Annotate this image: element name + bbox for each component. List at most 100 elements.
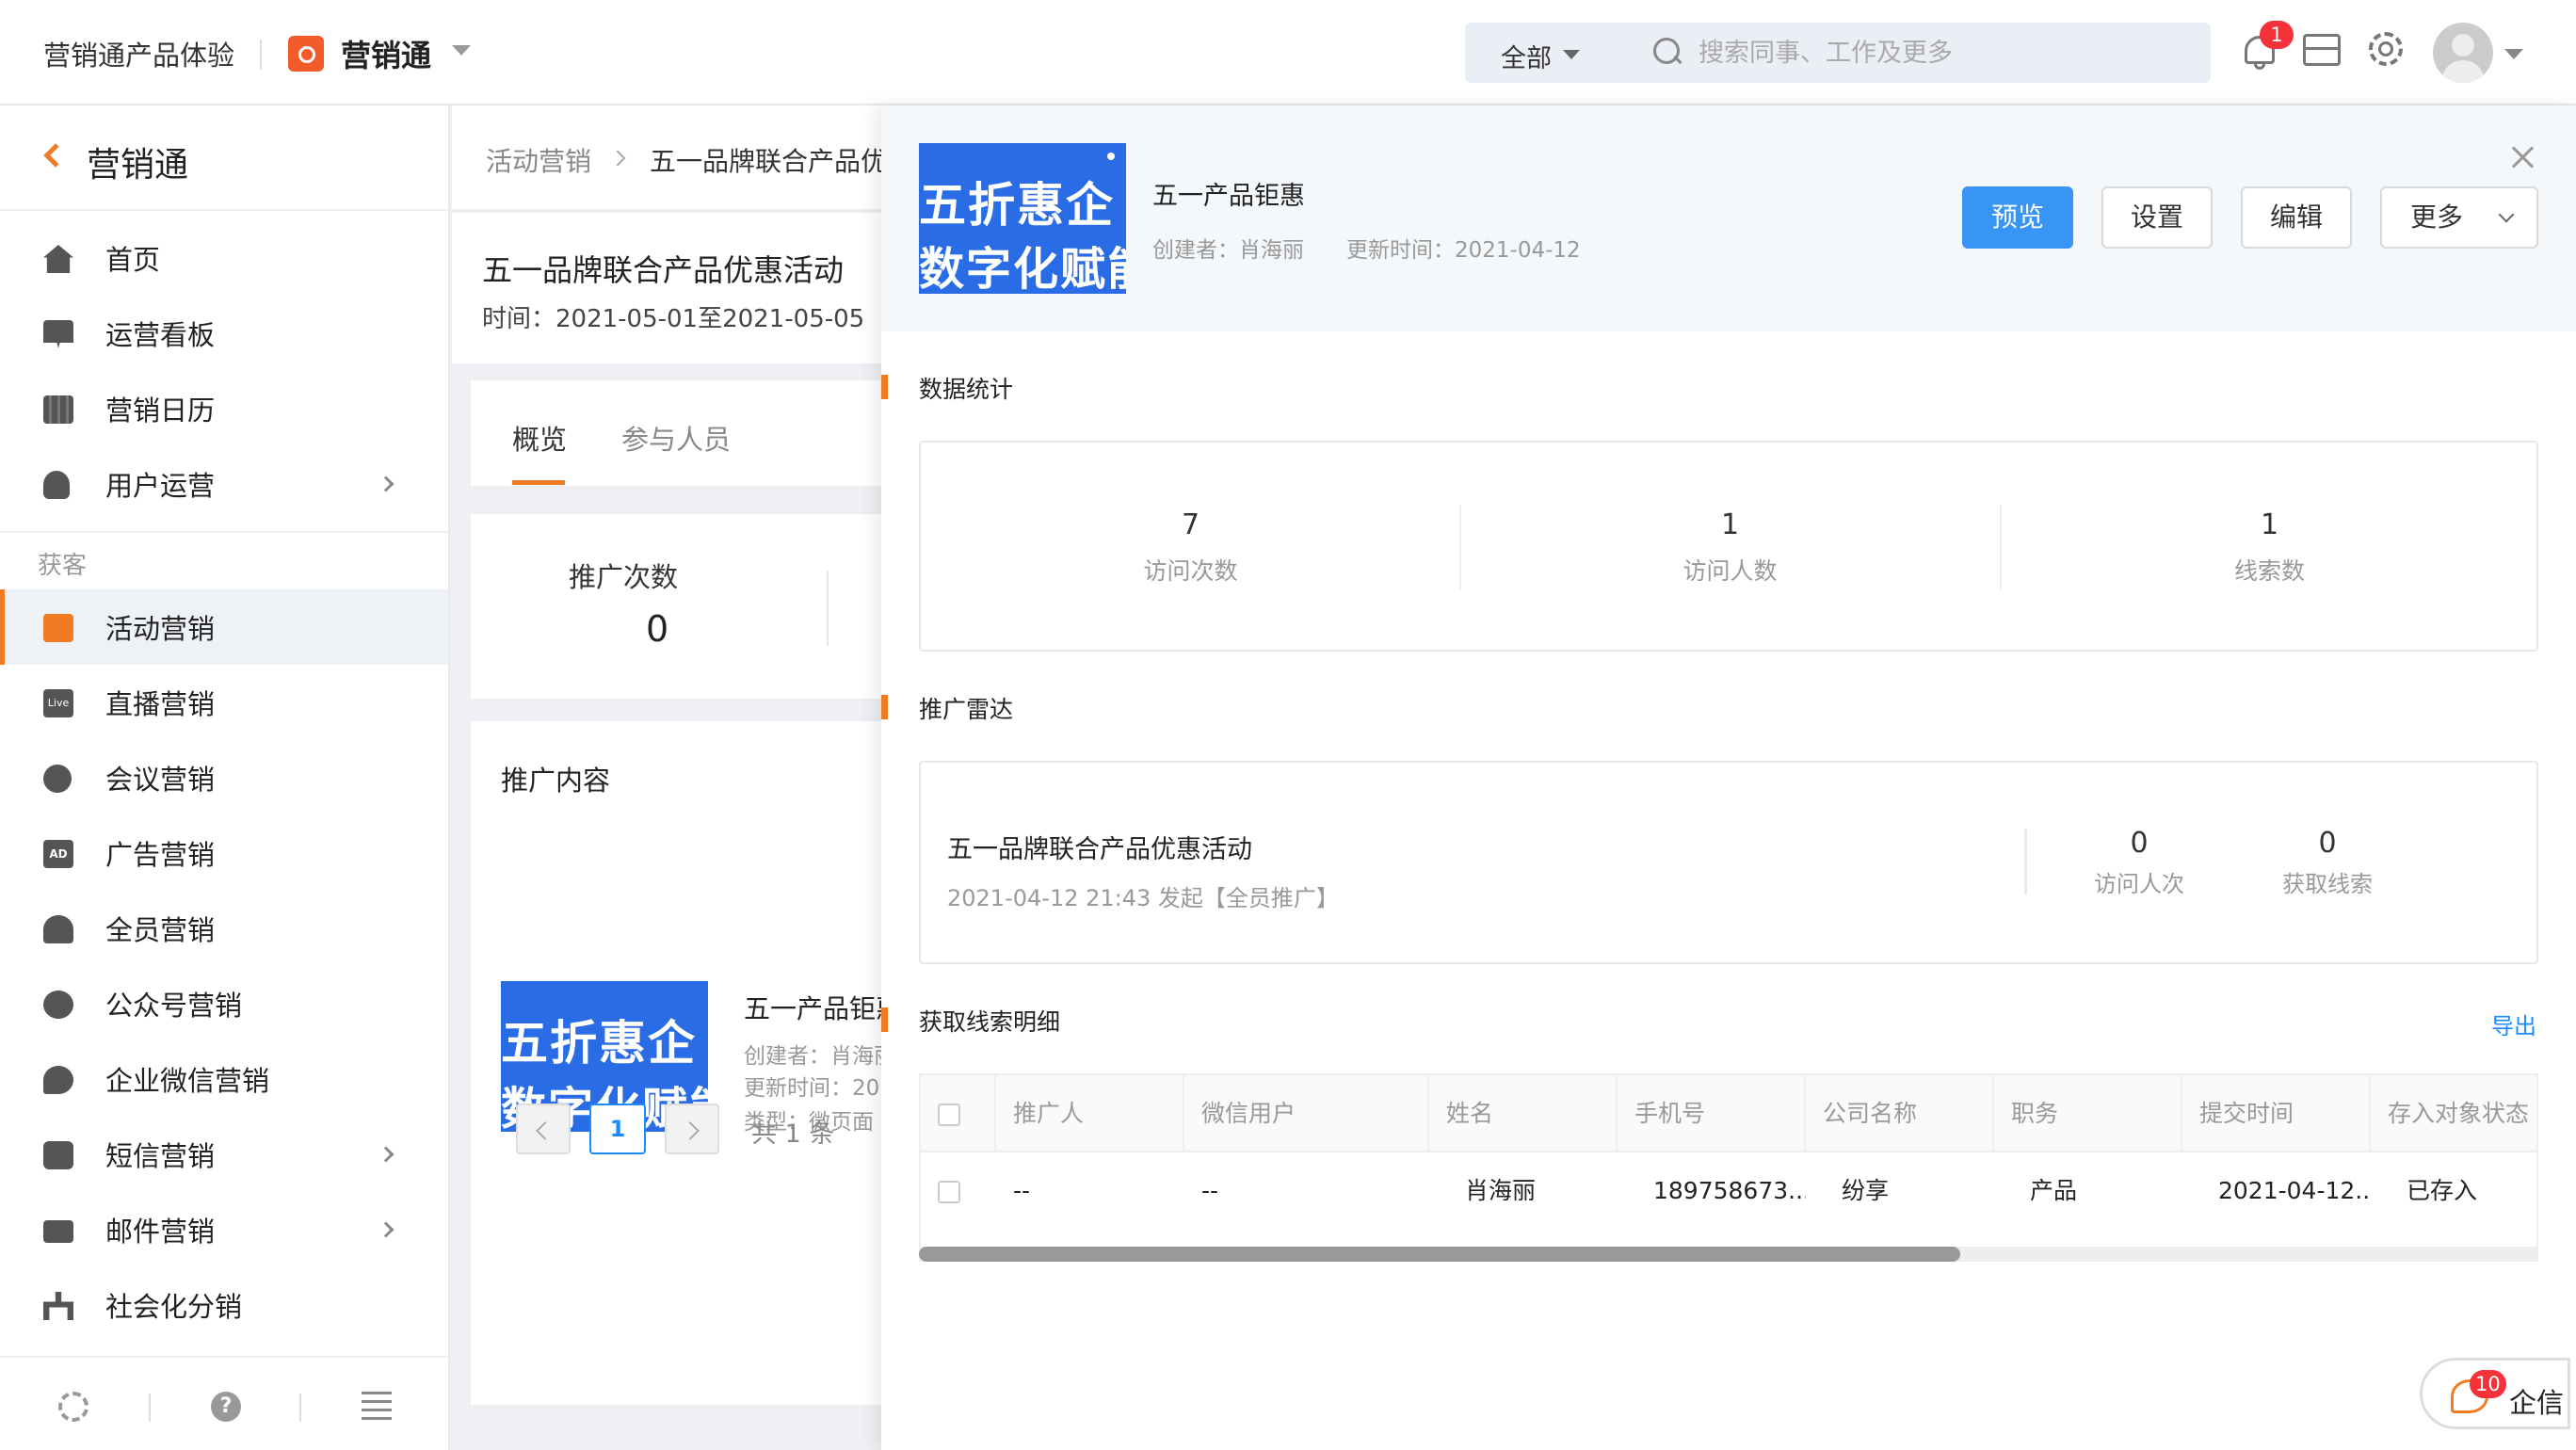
- sidebar-item-ad-marketing[interactable]: AD 广告营销: [0, 815, 448, 891]
- export-link[interactable]: 导出: [2491, 1007, 2536, 1040]
- wechat-icon: [43, 991, 73, 1019]
- drawer-header: 五折惠企 数字化赋能 五一产品钜惠 创建者：肖海丽 更新时间：2021-04-1…: [881, 105, 2576, 331]
- column-header[interactable]: 微信用户: [1184, 1075, 1429, 1152]
- tab-bar: 概览 参与人员: [471, 380, 885, 486]
- drawer-title: 五一产品钜惠: [1152, 182, 1305, 211]
- close-icon[interactable]: [2508, 143, 2538, 173]
- table-row[interactable]: -- -- 肖海丽 189758673... 纷享 产品 2021-04-12.…: [921, 1152, 2536, 1230]
- divider: [2024, 829, 2027, 894]
- sidebar-item-meeting-marketing[interactable]: 会议营销: [0, 740, 448, 815]
- top-bar: 营销通产品体验 营销通 全部 1: [0, 0, 2576, 105]
- select-cell: [921, 1152, 996, 1230]
- collapse-menu-icon[interactable]: [362, 1392, 392, 1422]
- help-icon[interactable]: ?: [211, 1392, 241, 1422]
- radar-box: 五一品牌联合产品优惠活动 2021-04-12 21:43 发起【全员推广】 0…: [919, 761, 2538, 964]
- kpi-label: 线索数: [2233, 557, 2305, 585]
- select-all-checkbox[interactable]: [938, 1104, 960, 1126]
- table-cell: 189758673...: [1653, 1177, 1806, 1204]
- activity-detail: 活动营销 五一品牌联合产品优惠活动 五一品牌联合产品优惠活动 时间：2021-0…: [452, 105, 885, 1450]
- sidebar-item-activity-marketing[interactable]: 活动营销: [0, 589, 448, 665]
- drawer-updated: 更新时间：2021-04-12: [1346, 238, 1581, 263]
- radar-activity-name[interactable]: 五一品牌联合产品优惠活动: [947, 829, 1252, 865]
- kpi-label: 访问人数: [1682, 557, 1778, 585]
- sidebar-item-wecom-marketing[interactable]: 企业微信营销: [0, 1041, 448, 1117]
- chevron-right-icon: [378, 475, 394, 492]
- kpi-visits: 7 访问次数: [921, 508, 1460, 587]
- column-header[interactable]: 推广人: [996, 1075, 1184, 1152]
- distribution-icon: [43, 1292, 73, 1320]
- row-checkbox[interactable]: [938, 1181, 960, 1203]
- pagination-prev[interactable]: [516, 1104, 571, 1154]
- sidebar-item-sms-marketing[interactable]: 短信营销: [0, 1117, 448, 1192]
- horizontal-scrollbar[interactable]: [919, 1247, 2538, 1262]
- column-header[interactable]: 手机号: [1618, 1075, 1806, 1152]
- app-logo-icon[interactable]: [288, 36, 324, 72]
- chevron-down-icon[interactable]: [452, 45, 471, 56]
- column-header[interactable]: 姓名: [1429, 1075, 1618, 1152]
- column-header[interactable]: 存入对象状态: [2371, 1075, 2536, 1152]
- search-input[interactable]: [1699, 34, 2188, 72]
- edit-button[interactable]: 编辑: [2241, 186, 2352, 249]
- settings-button[interactable]: 设置: [2101, 186, 2213, 249]
- sidebar-item-home[interactable]: 首页: [0, 220, 448, 296]
- tab-overview[interactable]: 概览: [512, 418, 567, 458]
- app-switcher[interactable]: 营销通: [341, 32, 431, 75]
- page-title: 五一品牌联合产品优惠活动: [482, 252, 845, 288]
- pagination-next[interactable]: [665, 1104, 719, 1154]
- cover-caption: 五折惠企: [919, 178, 1115, 233]
- leads-table: 推广人 微信用户 姓名 手机号 公司名称 职务 提交时间 存入对象状态 -- -…: [919, 1073, 2538, 1256]
- more-button[interactable]: 更多: [2380, 186, 2538, 249]
- sidebar-item-live-marketing[interactable]: Live 直播营销: [0, 665, 448, 740]
- chevron-down-icon[interactable]: [1563, 50, 1580, 59]
- sidebar-item-wechat-marketing[interactable]: 公众号营销: [0, 966, 448, 1041]
- scrollbar-thumb[interactable]: [919, 1247, 1960, 1262]
- pagination-total: 共 1 条: [751, 1120, 835, 1149]
- pagination-current[interactable]: 1: [589, 1104, 646, 1154]
- back-arrow-icon[interactable]: [43, 143, 68, 168]
- sidebar-footer: ?: [0, 1356, 448, 1450]
- settings-icon[interactable]: [58, 1392, 89, 1422]
- sidebar-item-calendar[interactable]: 营销日历: [0, 371, 448, 446]
- section-title-radar: 推广雷达: [919, 696, 1014, 723]
- sidebar-item-label: 用户运营: [105, 470, 216, 502]
- kpi-visitors: 1 访问人数: [1460, 508, 2000, 587]
- radar-label: 获取线索: [2282, 871, 2373, 897]
- cover-caption: 数字化赋能: [919, 243, 1126, 294]
- chevron-right-icon: [609, 150, 626, 167]
- sidebar-group-label: 获客: [38, 552, 88, 580]
- chevron-down-icon[interactable]: [2504, 49, 2523, 59]
- drawer-creator: 创建者：肖海丽: [1152, 238, 1304, 263]
- section-title-leads: 获取线索明细: [919, 1008, 1061, 1036]
- column-header[interactable]: 提交时间: [2182, 1075, 2371, 1152]
- preview-button[interactable]: 预览: [1962, 186, 2073, 249]
- qixin-chat-button[interactable]: 10 企信: [2420, 1358, 2570, 1429]
- gear-icon[interactable]: [2365, 28, 2407, 70]
- calendar-icon: [43, 395, 73, 424]
- column-header[interactable]: 职务: [1994, 1075, 2182, 1152]
- more-label: 更多: [2410, 201, 2464, 233]
- content-name[interactable]: 五一产品钜惠: [744, 989, 885, 1026]
- sidebar-item-label: 短信营销: [105, 1140, 216, 1172]
- table-cell: --: [1201, 1177, 1219, 1204]
- sidebar-item-staff-marketing[interactable]: 全员营销: [0, 891, 448, 966]
- tab-participants[interactable]: 参与人员: [621, 418, 731, 458]
- search-scope-select[interactable]: 全部: [1501, 38, 1552, 74]
- activity-header: 五一品牌联合产品优惠活动 时间：2021-05-01至2021-05-05: [452, 213, 885, 363]
- product-title[interactable]: 营销通产品体验: [43, 34, 234, 73]
- sidebar-title: 营销通: [87, 146, 189, 185]
- avatar[interactable]: [2433, 23, 2493, 83]
- sidebar-item-user-ops[interactable]: 用户运营: [0, 446, 448, 522]
- sidebar-item-mail-marketing[interactable]: 邮件营销: [0, 1192, 448, 1267]
- dot-icon: [1107, 153, 1115, 160]
- staff-icon: [43, 915, 73, 943]
- column-header[interactable]: 公司名称: [1806, 1075, 1994, 1152]
- inbox-icon[interactable]: [2301, 28, 2343, 70]
- wecom-icon: [43, 1066, 73, 1094]
- sidebar-item-distribution[interactable]: 社会化分销: [0, 1267, 448, 1343]
- breadcrumb-root[interactable]: 活动营销: [486, 141, 591, 179]
- breadcrumb: 活动营销 五一品牌联合产品优惠活动: [452, 105, 885, 211]
- home-icon: [43, 245, 73, 273]
- sidebar-item-dashboard[interactable]: 运营看板: [0, 296, 448, 371]
- ad-icon: AD: [43, 840, 73, 868]
- radar-leads: 0 获取线索: [2252, 827, 2403, 898]
